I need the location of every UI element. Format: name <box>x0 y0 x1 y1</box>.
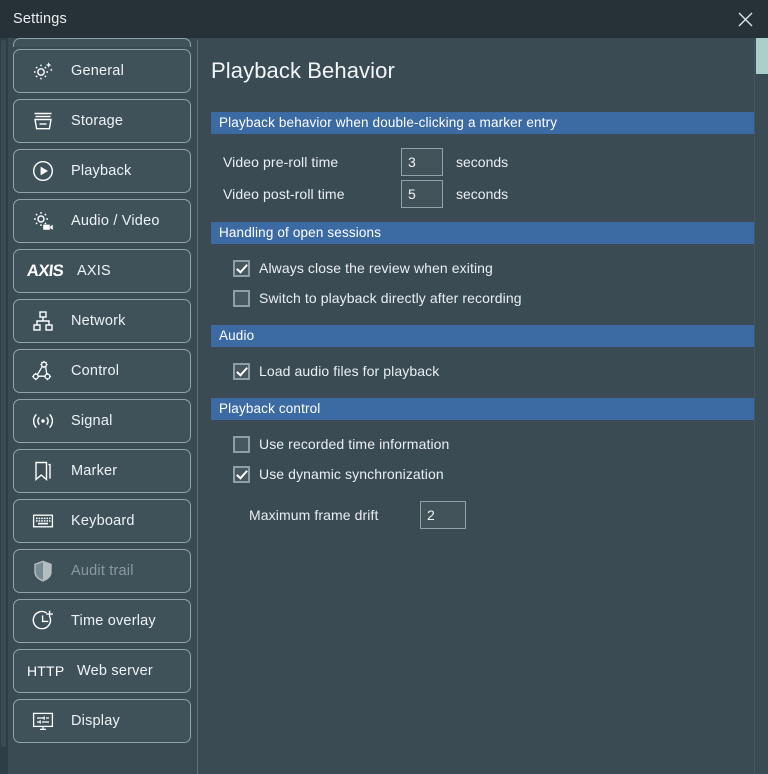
sidebar-item-storage[interactable]: Storage <box>13 99 191 143</box>
sidebar-item-audio-video[interactable]: Audio / Video <box>13 199 191 243</box>
page-title: Playback Behavior <box>211 58 395 83</box>
section-header-marker: Playback behavior when double-clicking a… <box>211 112 755 134</box>
sidebar-item-general[interactable]: General <box>13 49 191 93</box>
recorded-time-label: Use recorded time information <box>259 436 450 452</box>
sidebar-item-web-server[interactable]: HTTP Web server <box>13 649 191 693</box>
window-body: General Storage Playback Audio / Video A… <box>0 38 768 774</box>
close-button[interactable] <box>722 0 768 38</box>
sidebar-item-axis[interactable]: AXIS AXIS <box>13 249 191 293</box>
section-header-playback-control: Playback control <box>211 398 755 420</box>
post-roll-input[interactable] <box>401 180 443 208</box>
sidebar-item-signal[interactable]: Signal <box>13 399 191 443</box>
load-audio-label: Load audio files for playback <box>259 363 440 379</box>
monitor-sliders-icon <box>28 706 58 736</box>
pre-roll-input[interactable] <box>401 148 443 176</box>
sidebar-item-time-overlay[interactable]: Time overlay <box>13 599 191 643</box>
sidebar-item-keyboard[interactable]: Keyboard <box>13 499 191 543</box>
post-roll-unit: seconds <box>456 186 509 202</box>
settings-content-panel: Playback Behavior Playback behavior when… <box>198 38 768 774</box>
sidebar-item-audit-trail[interactable]: Audit trail <box>13 549 191 593</box>
sidebar-item-label: Web server <box>77 663 153 679</box>
pre-roll-unit: seconds <box>456 154 509 170</box>
clock-plus-icon <box>28 606 58 636</box>
recorded-time-checkbox[interactable] <box>233 435 250 453</box>
keyboard-icon <box>28 506 58 536</box>
dynamic-sync-checkbox[interactable] <box>233 465 250 483</box>
frame-drift-input[interactable] <box>420 501 466 529</box>
frame-drift-label: Maximum frame drift <box>249 507 379 523</box>
sidebar-item-label: General <box>71 63 124 79</box>
network-tree-icon <box>28 306 58 336</box>
sparkle-gear-icon <box>28 56 58 86</box>
sidebar-item-label: Storage <box>71 113 124 129</box>
load-audio-checkbox[interactable] <box>233 362 250 380</box>
control-gears-icon <box>28 356 58 386</box>
sidebar-item-label: Audit trail <box>71 563 134 579</box>
post-roll-label: Video post-roll time <box>223 186 345 202</box>
sidebar-item-control[interactable]: Control <box>13 349 191 393</box>
axis-logo-icon: AXIS <box>26 261 73 281</box>
field-row-frame-drift: Maximum frame drift <box>211 499 768 531</box>
sidebar-item-label: Keyboard <box>71 513 135 529</box>
checkbox-row-always-close[interactable]: Always close the review when exiting <box>211 253 768 283</box>
sidebar-item-marker[interactable]: Marker <box>13 449 191 493</box>
settings-window: Settings General Storage Playback Audio … <box>0 0 768 774</box>
pre-roll-label: Video pre-roll time <box>223 154 339 170</box>
field-row-pre-roll: Video pre-roll time seconds <box>211 146 768 178</box>
section-header-audio: Audio <box>211 325 755 347</box>
bookmark-icon <box>28 456 58 486</box>
close-icon <box>738 12 752 26</box>
sidebar-item-label: Playback <box>71 163 132 179</box>
sidebar-item-label: Signal <box>71 413 113 429</box>
play-circle-icon <box>28 156 58 186</box>
sidebar-item-label: Display <box>71 713 120 729</box>
content-scrollbar-thumb[interactable] <box>756 38 768 74</box>
gear-camera-icon <box>28 206 58 236</box>
sidebar-item-display[interactable]: Display <box>13 699 191 743</box>
window-title: Settings <box>13 11 67 27</box>
http-text-icon: HTTP <box>27 663 73 679</box>
checkbox-row-dynamic-sync[interactable]: Use dynamic synchronization <box>211 459 768 489</box>
storage-bin-icon <box>28 106 58 136</box>
switch-playback-checkbox[interactable] <box>233 289 250 307</box>
sidebar-item-label: AXIS <box>77 263 111 279</box>
signal-waves-icon <box>28 406 58 436</box>
content-scrollbar[interactable] <box>754 38 768 774</box>
sidebar-item-label: Network <box>71 313 126 329</box>
switch-playback-label: Switch to playback directly after record… <box>259 290 522 306</box>
title-bar: Settings <box>0 0 768 38</box>
sidebar-item-label: Time overlay <box>71 613 156 629</box>
axis-logo-text: AXIS <box>26 261 65 280</box>
checkbox-row-load-audio[interactable]: Load audio files for playback <box>211 356 768 386</box>
section-header-sessions: Handling of open sessions <box>211 222 755 244</box>
http-label: HTTP <box>27 663 65 679</box>
sidebar-scrollbar[interactable] <box>0 38 8 774</box>
always-close-checkbox[interactable] <box>233 259 250 277</box>
sidebar-item-label: Control <box>71 363 120 379</box>
sidebar-scrollbar-thumb[interactable] <box>1 40 6 747</box>
field-row-post-roll: Video post-roll time seconds <box>211 178 768 210</box>
dynamic-sync-label: Use dynamic synchronization <box>259 466 444 482</box>
checkbox-row-recorded-time[interactable]: Use recorded time information <box>211 429 768 459</box>
sidebar-item-label: Marker <box>71 463 118 479</box>
shield-icon <box>28 556 58 586</box>
settings-sidebar: General Storage Playback Audio / Video A… <box>8 38 197 774</box>
checkbox-row-switch-playback[interactable]: Switch to playback directly after record… <box>211 283 768 313</box>
sidebar-item-label: Audio / Video <box>71 213 160 229</box>
always-close-label: Always close the review when exiting <box>259 260 493 276</box>
sidebar-item-network[interactable]: Network <box>13 299 191 343</box>
sidebar-item-partial-top[interactable] <box>13 38 191 47</box>
sidebar-item-playback[interactable]: Playback <box>13 149 191 193</box>
